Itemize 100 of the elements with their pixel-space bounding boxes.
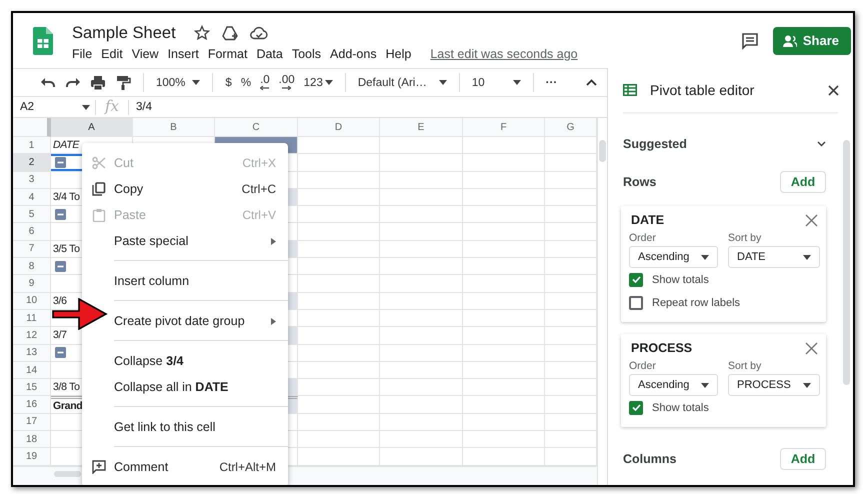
paint-format-icon[interactable] [115, 76, 131, 90]
person-icon [782, 34, 797, 46]
close-icon[interactable] [805, 214, 818, 226]
print-icon[interactable] [90, 76, 106, 90]
arrow-icon [260, 86, 270, 90]
decimal-button[interactable]: .0 [260, 75, 270, 90]
sort-dropdown[interactable]: DATE [728, 246, 820, 268]
collapse-icon[interactable] [55, 260, 66, 272]
row-number[interactable]: 3 [13, 172, 51, 189]
row-number[interactable]: 19 [13, 448, 51, 466]
add-button[interactable]: Add [780, 448, 826, 470]
row-number[interactable]: 7 [13, 240, 51, 258]
chevron-up-icon[interactable] [586, 79, 597, 86]
row-number[interactable]: 8 [13, 258, 51, 276]
row-number[interactable]: 15 [13, 379, 51, 396]
row-number[interactable]: 4 [13, 188, 51, 206]
collapse-icon[interactable] [55, 347, 66, 358]
checkbox-label: Show totals [652, 274, 709, 286]
scrollbar[interactable] [54, 470, 81, 477]
row-number[interactable]: 5 [13, 206, 51, 224]
cell-reference-field[interactable]: A2 [13, 101, 95, 113]
row-number[interactable]: 6 [13, 223, 51, 241]
menu-item[interactable]: Add-ons [330, 46, 377, 62]
menu-item[interactable]: Help [386, 46, 412, 62]
menu-item[interactable]: Format [208, 46, 248, 62]
decimal-button[interactable]: .00 [278, 75, 295, 90]
close-icon[interactable] [828, 84, 839, 96]
star-icon[interactable] [194, 25, 210, 41]
font-dropdown[interactable]: Default (Ari… [358, 76, 447, 88]
caret-icon [803, 254, 811, 260]
move-icon[interactable] [222, 25, 238, 41]
column-header[interactable]: G [545, 118, 597, 137]
menu-item[interactable]: Collapse 3/4 [114, 348, 288, 374]
row-number[interactable]: 12 [13, 327, 51, 345]
row-number[interactable]: 10 [13, 292, 51, 310]
comment-icon[interactable] [740, 32, 759, 50]
more-button[interactable]: ··· [546, 76, 558, 88]
corner-cell[interactable] [13, 118, 51, 137]
chevron-down-icon[interactable] [817, 141, 826, 147]
menu-item[interactable]: Tools [292, 46, 322, 62]
share-button[interactable]: Share [772, 26, 851, 54]
scrollbar[interactable] [599, 140, 606, 162]
column-header[interactable]: A [51, 118, 133, 137]
zoom-dropdown[interactable]: 100% [156, 76, 200, 88]
panel-title: Pivot table editor [650, 82, 756, 98]
row-number[interactable]: 16 [13, 396, 51, 414]
menu-item[interactable]: File [72, 46, 92, 62]
scissors-icon [92, 156, 106, 170]
column-header[interactable]: B [133, 118, 215, 137]
function-label: fx [103, 97, 120, 117]
section-heading[interactable]: Suggested [623, 137, 687, 151]
format-button[interactable]: % [240, 76, 252, 88]
caret-icon [192, 80, 200, 85]
row-number[interactable]: 9 [13, 275, 51, 293]
row-number[interactable]: 2 [13, 154, 51, 172]
cloud-icon[interactable] [250, 26, 268, 40]
sort-dropdown[interactable]: PROCESS [728, 374, 820, 396]
menu-item[interactable]: Comment Ctrl+Alt+M [82, 454, 288, 480]
check-icon [632, 404, 640, 411]
column-header[interactable]: D [298, 118, 380, 137]
checkbox[interactable] [629, 400, 643, 414]
order-dropdown[interactable]: Ascending [629, 246, 718, 268]
menu-item[interactable]: View [132, 46, 159, 62]
row-number[interactable]: 13 [13, 344, 51, 362]
checkbox[interactable] [629, 296, 643, 310]
order-dropdown[interactable]: Ascending [629, 374, 718, 396]
column-header[interactable]: C [215, 118, 298, 137]
row-number[interactable]: 18 [13, 431, 51, 448]
font-size-dropdown[interactable]: 10 [472, 76, 521, 88]
document-title[interactable]: Sample Sheet [72, 24, 176, 42]
row-number[interactable]: 14 [13, 362, 51, 380]
menu-item[interactable]: Insert column [114, 268, 288, 294]
check-icon [632, 276, 640, 283]
redo-icon[interactable] [65, 76, 81, 90]
add-button[interactable]: Add [780, 171, 826, 193]
row-number[interactable]: 11 [13, 310, 51, 328]
collapse-icon[interactable] [55, 208, 66, 220]
menu-item[interactable]: Data [256, 46, 283, 62]
arrow-icon [282, 86, 292, 90]
format-dropdown[interactable]: 123 [304, 76, 333, 88]
collapse-icon[interactable] [55, 156, 66, 168]
row-number[interactable]: 1 [13, 137, 51, 154]
format-button[interactable]: $ [225, 76, 232, 88]
column-header[interactable]: F [463, 118, 545, 137]
close-icon[interactable] [805, 342, 818, 354]
formula-field[interactable]: 3/4 [129, 101, 152, 113]
caret-icon [82, 104, 90, 110]
last-edit-link[interactable]: Last edit was seconds ago [430, 46, 578, 62]
menu-item[interactable]: Insert [168, 46, 199, 62]
menu-item[interactable]: Get link to this cell [114, 414, 288, 440]
field-label: Order [629, 232, 657, 244]
scrollbar[interactable] [843, 140, 850, 385]
row-number[interactable]: 17 [13, 414, 51, 432]
field-label: Sort by [728, 232, 762, 244]
column-header[interactable]: E [380, 118, 463, 137]
undo-icon[interactable] [40, 76, 56, 90]
spreadsheet-logo[interactable] [33, 26, 53, 54]
checkbox[interactable] [629, 272, 643, 286]
caret-icon [324, 80, 333, 85]
menu-item[interactable]: Edit [101, 46, 123, 62]
